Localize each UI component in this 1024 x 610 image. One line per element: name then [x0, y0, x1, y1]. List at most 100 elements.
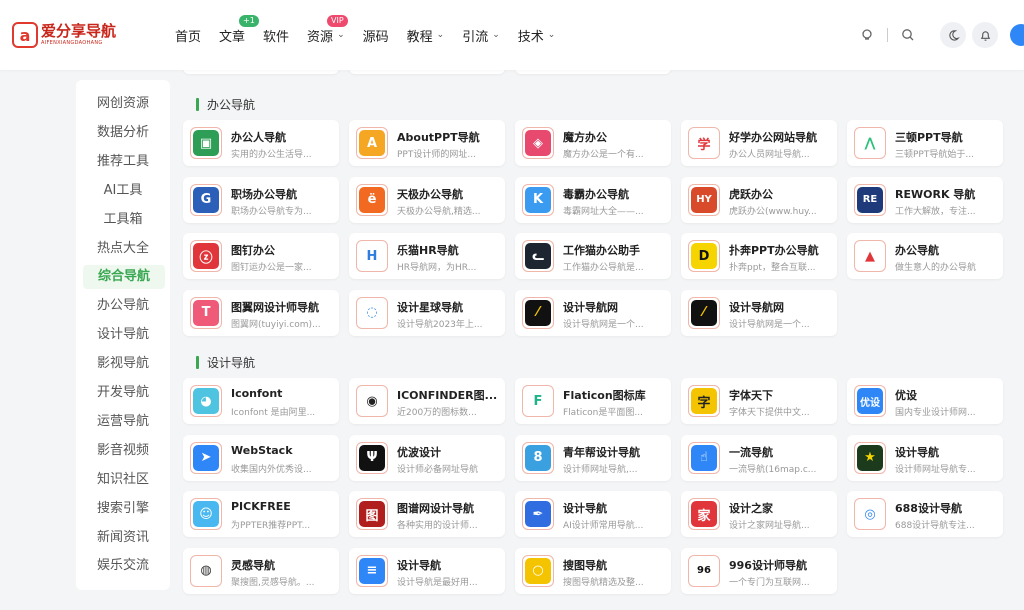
- bulb-icon[interactable]: [855, 23, 879, 47]
- site-card[interactable]: Ψ 优波设计 设计师必备网址导航: [349, 434, 505, 481]
- site-card[interactable]: 图图谱网设计导航 各种实用的设计师...: [349, 491, 505, 537]
- nav-item[interactable]: 教程 ⌄: [407, 26, 445, 45]
- site-card[interactable]: ⋀ 三顿PPT导航 三顿PPT导航始于...: [847, 120, 1003, 166]
- card-title: 乐猫HR导航: [397, 244, 459, 257]
- card-description: 办公人员网址导航...: [729, 150, 810, 160]
- card-description: 设计导航网是一个...: [729, 319, 810, 330]
- site-card[interactable]: F Flaticon图标库 Flaticon是平面图...: [515, 378, 671, 424]
- sidebar-item[interactable]: 搜索引擎: [76, 497, 170, 521]
- search-icon[interactable]: [896, 23, 920, 47]
- site-card[interactable]: ⁄ 设计导航网 设计导航网是一个...: [681, 289, 837, 336]
- sidebar-item[interactable]: AI工具: [76, 179, 170, 203]
- sidebar-item[interactable]: 影音视频: [76, 439, 170, 463]
- site-card[interactable]: ▣ 办公人导航 实用的办公生活导...: [183, 120, 339, 166]
- site-logo[interactable]: a 爱分享导航 AIFENXIANGDAOHANG: [12, 20, 116, 50]
- ring-icon: ◎: [854, 498, 886, 530]
- card-title: WebStack: [231, 443, 293, 457]
- nav-item-label: 技术: [517, 29, 544, 45]
- nav-item[interactable]: 源码: [363, 26, 389, 45]
- site-card[interactable]: ➤ WebStack 收集国内外优秀设...: [183, 434, 339, 481]
- nav-item[interactable]: 引流 ⌄: [462, 26, 500, 45]
- site-card[interactable]: ᓚ 工作猫办公助手 工作猫办公导航是...: [515, 233, 671, 279]
- site-card[interactable]: G 职场办公导航 职场办公导航专为...: [183, 176, 339, 223]
- site-card[interactable]: ○ 搜图导航 搜图导航精选及整...: [515, 547, 671, 594]
- site-card[interactable]: 优设 优设 国内专业设计师网...: [847, 378, 1003, 424]
- site-card[interactable]: 96 996设计师导航 一个专门为互联网...: [681, 547, 837, 594]
- site-card[interactable]: ☺ PICKFREE 为PPTER推荐PPT...: [183, 491, 339, 537]
- sidebar-item[interactable]: 开发导航: [76, 381, 170, 405]
- site-card[interactable]: ◕ Iconfont Iconfont 是由阿里...: [183, 378, 339, 424]
- nav-item[interactable]: 资源 VIP ⌄: [307, 14, 348, 45]
- nav-item-label: 文章: [219, 29, 246, 45]
- site-card[interactable]: ◉ ICONFINDER图... 近200万的图标数...: [349, 378, 505, 424]
- sidebar-item[interactable]: 影视导航: [76, 352, 170, 376]
- h-letter-icon: H: [356, 240, 388, 272]
- sidebar-item[interactable]: 设计导航: [76, 323, 170, 347]
- card-title: 优设: [895, 389, 917, 402]
- card-title: 好学办公网站导航: [729, 131, 817, 144]
- sidebar-item[interactable]: 工具箱: [76, 208, 170, 232]
- site-card[interactable]: ◌ 设计星球导航 设计导航2023年上...: [349, 289, 505, 336]
- section-title: 设计导航: [196, 354, 255, 371]
- site-card[interactable]: ≡ 设计导航 设计导航是最好用...: [349, 547, 505, 594]
- d-letter-icon: D: [688, 240, 720, 272]
- site-card[interactable]: H 乐猫HR导航 HR导航网，为HR...: [349, 233, 505, 279]
- card-description: 虎跃办公(www.huy...: [729, 206, 817, 217]
- card-description: 图翼网(tuyiyi.com)...: [231, 319, 321, 330]
- sidebar-item[interactable]: 推荐工具: [76, 150, 170, 174]
- site-card[interactable]: T 图翼网设计师导航 图翼网(tuyiyi.com)...: [183, 289, 339, 336]
- site-card[interactable]: 字字体天下 字体天下提供中文...: [681, 378, 837, 424]
- site-card[interactable]: RE REWORK 导航 工作大解放，专注...: [847, 176, 1003, 223]
- sidebar-item[interactable]: 数据分析: [76, 121, 170, 145]
- sidebar-item[interactable]: 热点大全: [76, 237, 170, 261]
- card-description: 近200万的图标数...: [397, 408, 477, 418]
- card-title: 一流导航: [729, 445, 773, 459]
- divider: [887, 28, 888, 42]
- site-card[interactable]: ▲ 办公导航 做生意人的办公导航: [847, 233, 1003, 279]
- sidebar-item[interactable]: 办公导航: [76, 294, 170, 318]
- card-description: 一个专门为互联网...: [729, 577, 810, 588]
- card-title: 天极办公导航: [397, 187, 463, 201]
- a-letter-icon: A: [356, 127, 388, 159]
- site-card[interactable]: ◍ 灵感导航 聚搜图,灵感导航。...: [183, 547, 339, 594]
- site-card[interactable]: ◈ 魔方办公 魔方办公是一个有...: [515, 120, 671, 166]
- card-title: 青年帮设计导航: [563, 445, 640, 459]
- site-card[interactable]: K 毒霸办公导航 毒霸网址大全——...: [515, 176, 671, 223]
- nav-item[interactable]: 首页: [175, 26, 201, 45]
- site-card[interactable]: ★ 设计导航 设计师网址导航专...: [847, 434, 1003, 481]
- site-card[interactable]: 学好学办公网站导航 办公人员网址导航...: [681, 120, 837, 166]
- sidebar-item[interactable]: 新闻资讯: [76, 526, 170, 550]
- site-card[interactable]: 8 青年帮设计导航 设计师网址导航,...: [515, 434, 671, 481]
- site-card[interactable]: 家设计之家 设计之家网址导航...: [681, 491, 837, 537]
- site-card[interactable]: ë 天极办公导航 天极办公导航,精选...: [349, 176, 505, 223]
- site-card[interactable]: ◎ 688设计导航 688设计导航专注...: [847, 491, 1003, 537]
- site-card[interactable]: D 扑奔PPT办公导航 扑奔ppt，整合互联...: [681, 233, 837, 279]
- card-description: 设计导航2023年上...: [397, 319, 483, 330]
- section-title-text: 设计导航: [207, 356, 256, 370]
- sidebar-item[interactable]: 知识社区: [76, 468, 170, 492]
- cube-icon: ◈: [522, 127, 554, 159]
- site-card[interactable]: ⓩ 图钉办公 图钉运办公是一家...: [183, 233, 339, 279]
- sidebar-item[interactable]: 网创资源: [76, 92, 170, 116]
- hand-icon: ☝: [688, 441, 720, 474]
- card-description: 688设计导航专注...: [895, 521, 975, 531]
- card-description: Iconfont 是由阿里...: [231, 408, 316, 418]
- bell-icon[interactable]: [972, 22, 998, 48]
- card-title: 优波设计: [397, 445, 441, 459]
- nav-item[interactable]: 技术 ⌄: [518, 26, 556, 45]
- nav-item[interactable]: 文章 +1: [219, 14, 259, 45]
- eight-icon: 8: [522, 441, 554, 474]
- sidebar-item[interactable]: 综合导航: [83, 265, 165, 290]
- sidebar-item[interactable]: 娱乐交流: [76, 554, 170, 578]
- site-card[interactable]: HY 虎跃办公 虎跃办公(www.huy...: [681, 176, 837, 223]
- site-card[interactable]: ✒ 设计导航 AI设计师常用导航...: [515, 491, 671, 537]
- nav-item-label: 软件: [263, 29, 290, 45]
- site-card[interactable]: ⁄ 设计导航网 设计导航网是一个...: [515, 289, 671, 336]
- chevron-down-icon: ⌄: [337, 30, 345, 40]
- site-card[interactable]: ☝ 一流导航 一流导航(16map.c...: [681, 434, 837, 481]
- nav-item[interactable]: 软件: [263, 26, 289, 45]
- avatar[interactable]: [1010, 24, 1024, 46]
- sidebar-item[interactable]: 运营导航: [76, 410, 170, 434]
- site-card[interactable]: A AboutPPT导航 PPT设计师的网址...: [349, 120, 505, 166]
- dark-mode-icon[interactable]: [940, 22, 966, 48]
